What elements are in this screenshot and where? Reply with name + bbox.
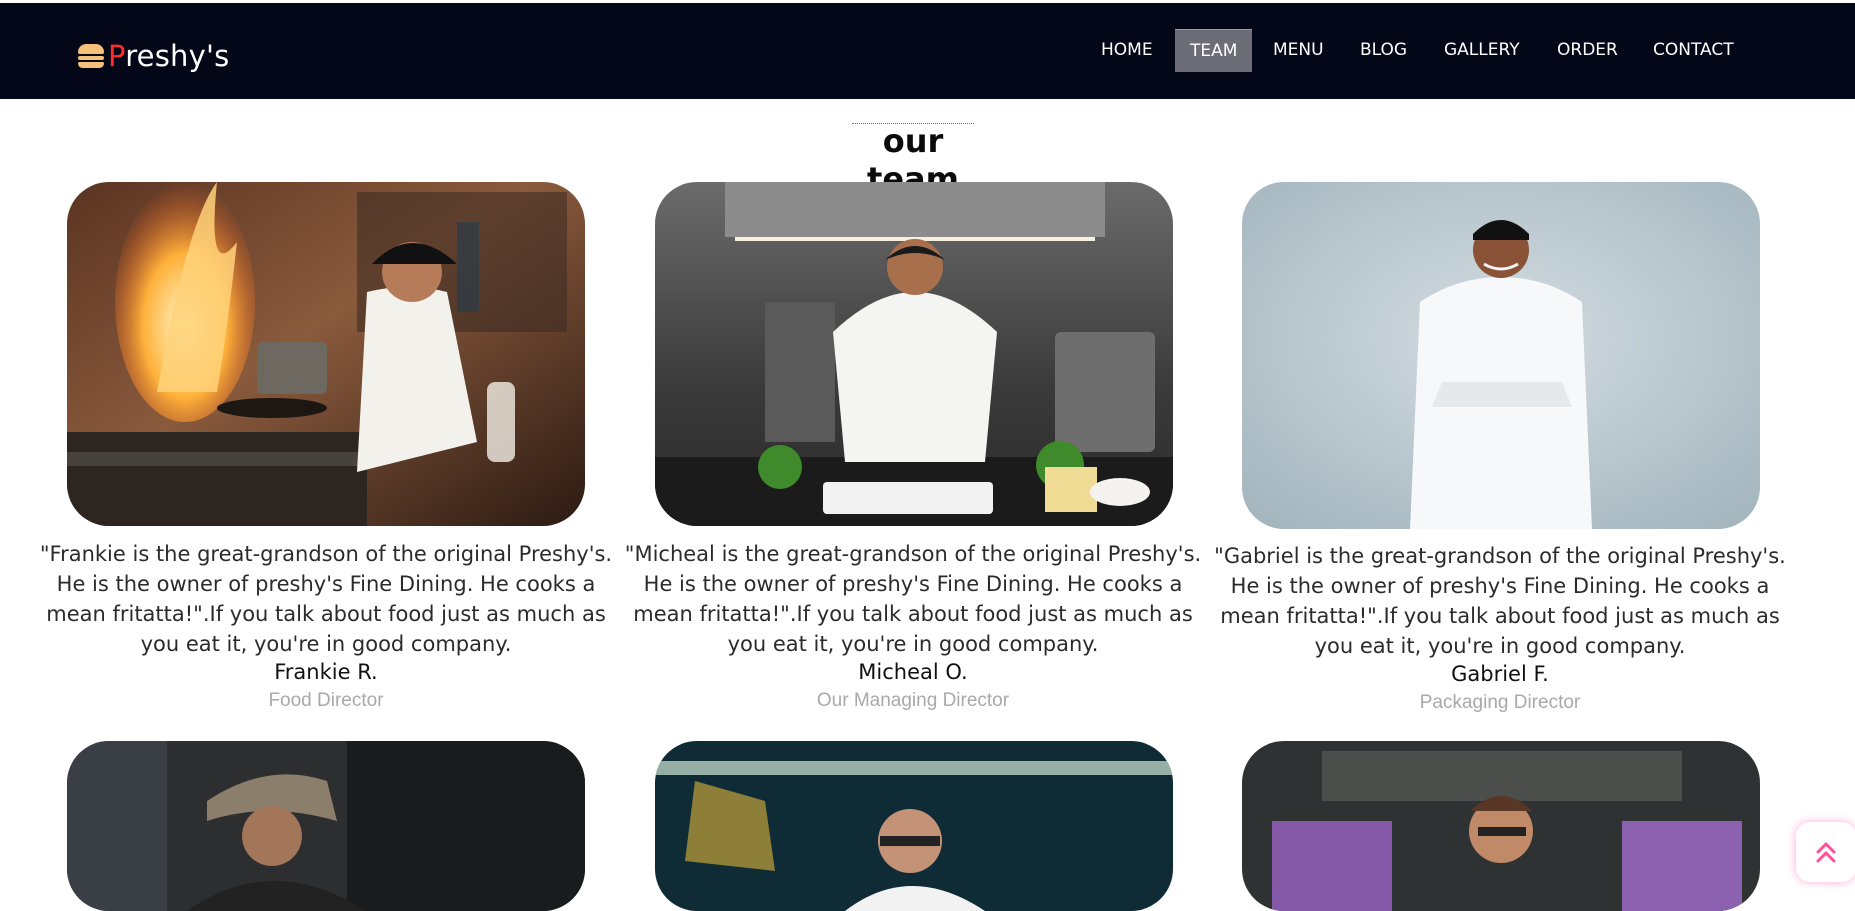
team-photo-micheal bbox=[655, 182, 1173, 526]
nav-home[interactable]: HOME bbox=[1101, 29, 1153, 71]
brand-initial: P bbox=[108, 39, 126, 73]
team-quote: "Frankie is the great-grandson of the or… bbox=[39, 542, 613, 656]
team-photo-frankie bbox=[67, 182, 585, 526]
brand-name: Preshy's bbox=[108, 39, 229, 73]
team-member-role: Packaging Director bbox=[1419, 692, 1581, 713]
nav-team[interactable]: TEAM bbox=[1175, 29, 1253, 72]
team-quote: "Micheal is the great-grandson of the or… bbox=[624, 542, 1202, 656]
team-member-role: Food Director bbox=[268, 690, 384, 711]
team-member-name: Gabriel F. bbox=[1451, 662, 1549, 686]
nav-gallery[interactable]: GALLERY bbox=[1444, 29, 1520, 71]
nav-blog[interactable]: BLOG bbox=[1360, 29, 1407, 71]
brand-rest: reshy's bbox=[125, 39, 230, 73]
team-member-role: Our Managing Director bbox=[816, 690, 1010, 711]
team-quote: "Gabriel is the great-grandson of the or… bbox=[1214, 544, 1786, 658]
team-photo-row2-3 bbox=[1242, 741, 1760, 911]
team-photo-gabriel bbox=[1242, 182, 1760, 529]
team-photo-row2-2 bbox=[655, 741, 1173, 911]
brand-logo[interactable]: Preshy's bbox=[78, 36, 229, 76]
team-photo-row2-1 bbox=[67, 741, 585, 911]
burger-icon bbox=[78, 44, 104, 68]
navbar: Preshy's HOME TEAM MENU BLOG GALLERY ORD… bbox=[0, 3, 1855, 99]
team-member-name: Frankie R. bbox=[274, 660, 378, 684]
scroll-to-top-button[interactable] bbox=[1796, 822, 1855, 882]
nav-menu[interactable]: MENU bbox=[1273, 29, 1324, 71]
team-member-name: Micheal O. bbox=[858, 660, 968, 684]
nav-order[interactable]: ORDER bbox=[1557, 29, 1618, 71]
nav-contact[interactable]: CONTACT bbox=[1653, 29, 1734, 71]
double-chevron-up-icon bbox=[1816, 842, 1836, 863]
